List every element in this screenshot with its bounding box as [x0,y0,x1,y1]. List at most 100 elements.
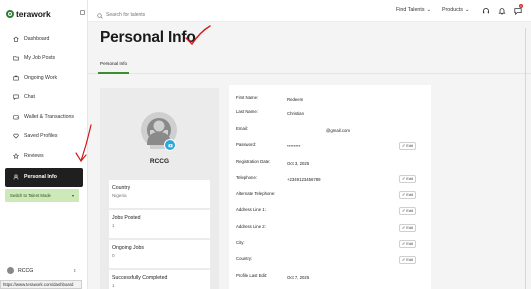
profile-name: RCCG [149,158,170,165]
pencil-icon [402,193,406,196]
sidebar-item-label: Dashboard [24,35,50,42]
annotation-checkmark [185,25,211,46]
stat-label: Country [112,185,131,191]
support-icon[interactable] [481,6,490,15]
chevron-updown-icon[interactable]: ⇕ [73,268,76,273]
stat-label: Ongoing Jobs [112,245,145,251]
sidebar-item-personal-info[interactable]: Personal Info [5,167,83,187]
brand-logo[interactable]: terawork [6,9,51,19]
home-icon [12,35,20,43]
user-icon [12,173,20,181]
chat-icon [12,93,20,101]
status-bar-url: https://www.terawork.com/dashboard [0,280,82,289]
stat-value: 1 [112,223,115,228]
detail-label: Telephone: [236,175,258,180]
edit-button[interactable]: Edit [399,174,416,183]
sidebar-item-label: Saved Profiles [24,133,58,140]
sidebar-item-label: Personal Info [24,174,57,181]
edit-photo-button[interactable] [164,139,176,151]
stat-label: Jobs Posted [112,215,141,221]
detail-value: +2349123456789 [287,176,321,182]
sidebar-item-my-job-posts[interactable]: My Job Posts [5,49,83,69]
detail-label: Profile Last Edit: [236,273,268,278]
scrollbar-track[interactable] [525,28,526,289]
pencil-icon [402,226,406,229]
edit-button-label: Edit [406,241,413,246]
detail-label: Password: [236,142,257,147]
find-talents-menu[interactable]: Find Talents ⌄ [396,7,431,13]
products-label: Products [442,7,463,13]
switch-to-talent-mode-button[interactable]: Switch to Talent Mode ▾ [5,189,79,202]
edit-button[interactable]: Edit [399,206,416,215]
detail-label: Last Name: [236,109,258,114]
find-talents-label: Find Talents [396,7,425,13]
chevron-down-icon: ⌄ [426,7,431,13]
page-title: Personal Info [100,29,196,46]
wallet-icon [12,113,20,121]
stat-successfully-completed: Successfully Completed 1 [109,270,210,289]
products-menu[interactable]: Products ⌄ [442,7,469,13]
account-name: RCCG [18,267,34,274]
tab-personal-info[interactable]: Personal Info [100,61,127,66]
edit-button[interactable]: Edit [399,223,416,232]
search-icon [97,6,103,24]
search-input[interactable] [106,12,196,18]
notification-badge: 1 [519,4,523,8]
sidebar-collapse-icon[interactable] [80,10,85,15]
edit-button[interactable]: Edit [399,239,416,248]
avatar [7,267,14,274]
pencil-icon [402,258,406,261]
stat-value: 0 [112,253,115,258]
detail-label: Email: [236,126,248,131]
account-switcher[interactable]: RCCG [7,267,33,274]
top-bar: Find Talents ⌄ Products ⌄ 1 [88,0,531,22]
chevron-down-icon: ⌄ [464,7,470,13]
search-box[interactable] [97,6,196,24]
sidebar-nav: Dashboard My Job Posts Ongoing Work Chat… [5,29,83,187]
tab-divider [88,73,531,74]
stat-ongoing-jobs: Ongoing Jobs 0 [109,240,210,268]
stat-value: 1 [112,283,115,288]
pencil-icon [402,177,406,180]
detail-label: First Name: [236,95,259,100]
edit-button-label: Edit [406,257,413,262]
sidebar-item-label: Ongoing Work [24,74,58,81]
annotation-arrow [75,124,92,163]
bell-icon[interactable] [497,6,506,15]
edit-button-label: Edit [406,176,413,181]
detail-label: Alternate Telephone: [236,191,276,196]
folder-icon [12,54,20,62]
sidebar-item-label: Wallet & Transactions [24,113,74,120]
stat-label: Successfully Completed [112,275,168,281]
edit-button-label: Edit [406,208,413,213]
detail-value: ******** [287,143,301,149]
active-tab-indicator [98,72,129,74]
edit-button-label: Edit [406,192,413,197]
detail-value: Redeem [287,96,304,102]
camera-icon [168,143,172,147]
stat-value: Nigeria [112,193,127,198]
detail-value: @gmail.com [326,127,350,133]
sidebar-item-saved-profiles[interactable]: Saved Profiles [5,127,83,147]
detail-value: Oct 3, 2025 [287,160,310,166]
sidebar-item-dashboard[interactable]: Dashboard [5,29,83,49]
detail-value: Christian [287,110,304,116]
stat-country: Country Nigeria [109,180,210,208]
sidebar-item-ongoing-work[interactable]: Ongoing Work [5,68,83,88]
detail-label: Registration Date: [236,159,271,164]
edit-button[interactable]: Edit [399,141,416,150]
sidebar-item-reviews[interactable]: Reviews [5,146,83,166]
detail-value: Oct 7, 2025 [287,274,310,280]
sidebar-item-chat[interactable]: Chat [5,88,83,108]
messages-icon[interactable]: 1 [513,4,523,15]
edit-button[interactable]: Edit [399,255,416,264]
edit-button-label: Edit [406,225,413,230]
detail-label: Address Line 1: [236,207,266,212]
pencil-icon [402,242,406,245]
switch-mode-label: Switch to Talent Mode [10,193,51,198]
sidebar-item-wallet[interactable]: Wallet & Transactions [5,107,83,127]
edit-button[interactable]: Edit [399,190,416,199]
sidebar-item-label: Reviews [24,152,44,159]
pencil-icon [402,144,406,147]
brand-name: terawork [16,9,51,19]
